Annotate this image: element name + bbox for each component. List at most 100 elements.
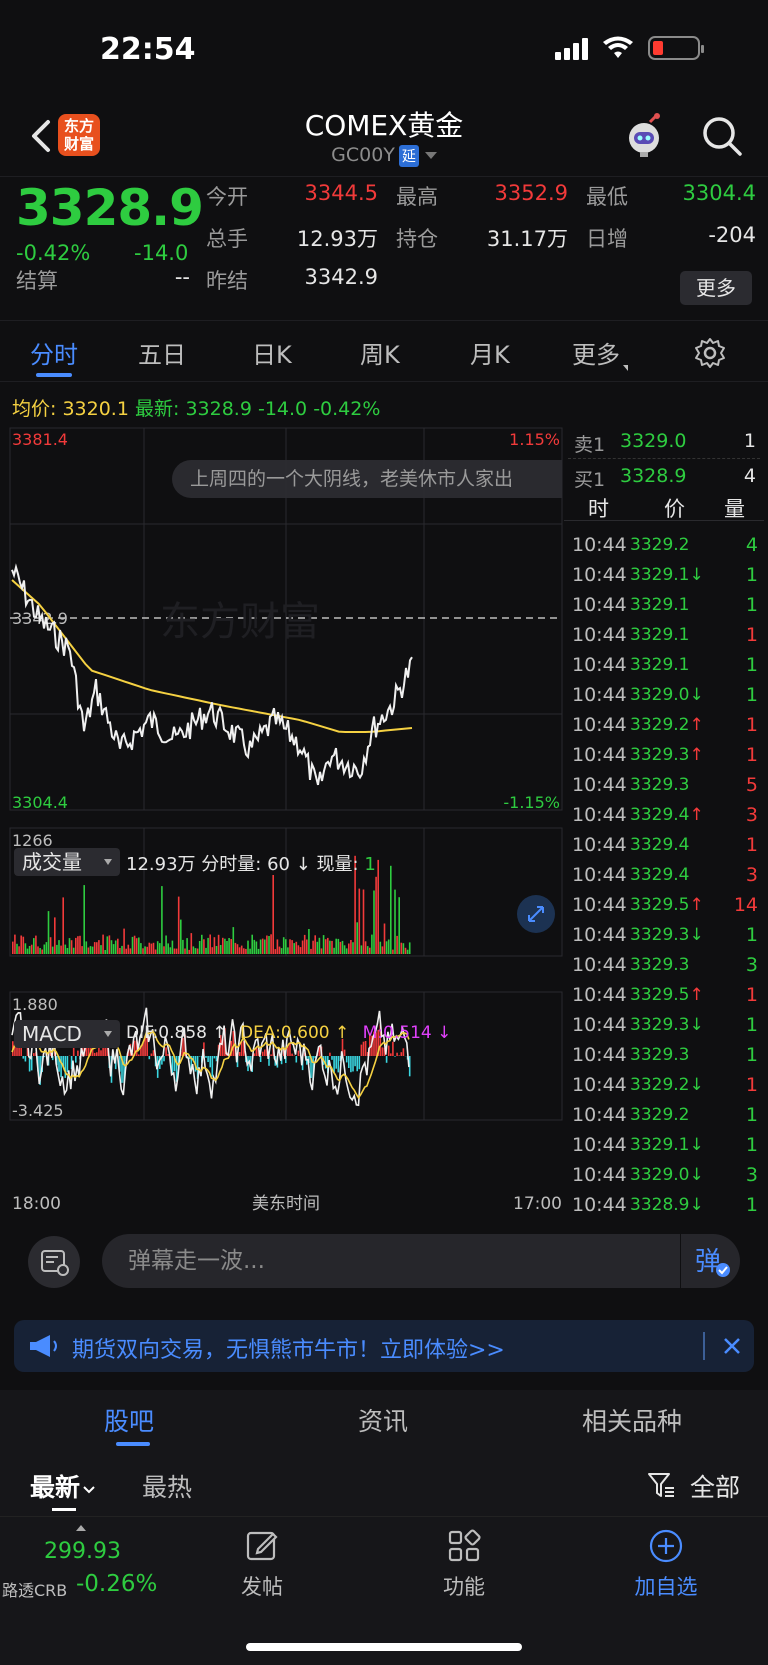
trade-price-value: 3329.2: [630, 535, 690, 555]
volume-bar: [331, 940, 333, 954]
header-time: 时: [588, 497, 609, 521]
filter-all[interactable]: 全部: [690, 1468, 740, 1504]
trade-time: 10:44: [572, 1014, 627, 1036]
volume-bar: [135, 938, 138, 954]
tab-news[interactable]: 资讯: [358, 1402, 408, 1438]
volume-indicator-select[interactable]: 成交量: [14, 848, 120, 876]
low-value: 3304.4: [682, 181, 756, 205]
trade-time: 10:44: [572, 984, 627, 1006]
macd-bar: [96, 1052, 98, 1056]
volume-bar: [205, 947, 207, 954]
trade-price-value: 3329.4: [630, 835, 690, 855]
macd-bar: [238, 1052, 241, 1056]
pct-min-label: -1.15%: [503, 793, 560, 812]
macd-bar: [295, 1056, 298, 1063]
volume-bar: [70, 940, 73, 954]
trade-time: 10:44: [572, 834, 627, 856]
trade-price-value: 3329.1: [630, 1135, 690, 1155]
trade-price-value: 3329.2: [630, 1105, 690, 1125]
volume-bar: [121, 945, 123, 954]
settle-label: 结算: [16, 269, 58, 293]
tab-related[interactable]: 相关品种: [582, 1402, 682, 1438]
volume-bar: [348, 943, 350, 954]
volume-bar: [125, 948, 127, 954]
macd-bar: [345, 1056, 348, 1063]
tab-intraday[interactable]: 分时: [30, 335, 78, 370]
open-label: 今开: [206, 185, 248, 209]
tab-day-k[interactable]: 日K: [252, 335, 292, 370]
robot-assistant-icon[interactable]: [620, 112, 668, 160]
volume-bar: [400, 942, 403, 954]
add-watchlist-button[interactable]: 加自选: [606, 1527, 726, 1601]
daily-increase-value: -204: [708, 223, 756, 247]
gear-icon[interactable]: [694, 337, 726, 369]
danmu-input[interactable]: 弹幕走一波...: [102, 1234, 740, 1288]
avg-value: 3320.1: [62, 398, 129, 420]
promo-banner[interactable]: 期货双向交易，无惧熊市牛市！立即体验>>: [14, 1320, 754, 1372]
expand-icon[interactable]: [516, 894, 556, 934]
trade-volume: 1: [745, 924, 758, 946]
related-price[interactable]: 299.93: [44, 1539, 121, 1564]
pct-max-label: 1.15%: [509, 430, 560, 449]
volume-bar: [28, 946, 31, 954]
volume-bar: [16, 943, 18, 954]
volume-bar: [173, 948, 176, 954]
tab-month-k[interactable]: 月K: [470, 335, 510, 370]
sort-newest[interactable]: 最新: [30, 1468, 96, 1504]
close-icon[interactable]: [718, 1332, 746, 1360]
volume-bar: [385, 941, 388, 954]
trade-row: 10:44 3329.1↓ 1: [564, 560, 764, 590]
volume-bar: [341, 940, 344, 954]
news-ticker[interactable]: 上周四的一个大阴线，老美休市人家出: [172, 460, 562, 498]
volume-bar: [339, 941, 342, 954]
trade-price: 3329.3↓: [630, 1015, 704, 1035]
volume-bar: [276, 939, 279, 954]
volume-bar: [198, 941, 201, 954]
sort-newest-label: 最新: [30, 1473, 81, 1502]
volume-bar: [83, 885, 85, 954]
tab-guba[interactable]: 股吧: [104, 1402, 154, 1438]
trade-price-value: 3329.2: [630, 1075, 690, 1095]
trade-price: 3329.2↓: [630, 1075, 704, 1095]
functions-button[interactable]: 功能: [404, 1527, 524, 1601]
nav-bar: 东方财富 COMEX黄金 GC00Y 延: [0, 100, 768, 176]
volume-bar: [150, 943, 153, 954]
trade-time: 10:44: [572, 744, 627, 766]
post-button[interactable]: 发帖: [202, 1527, 322, 1601]
volume-bar: [352, 942, 354, 954]
volume-bar: [360, 945, 363, 954]
contract-code: GC00Y: [331, 144, 395, 166]
trade-time: 10:44: [572, 804, 627, 826]
macd-bar: [255, 1048, 258, 1056]
volume-bar: [110, 940, 113, 954]
more-quote-button[interactable]: 更多: [680, 271, 752, 305]
volume-bar: [66, 948, 69, 954]
tab-week-k[interactable]: 周K: [360, 335, 400, 370]
related-percent: -0.26%: [76, 1571, 158, 1597]
volume-bar: [119, 948, 121, 954]
volume-bar: [243, 948, 245, 954]
trade-direction: ↓: [689, 1195, 704, 1215]
sort-hot[interactable]: 最热: [142, 1468, 192, 1504]
tab-more[interactable]: 更多: [572, 335, 628, 371]
volume-bar: [87, 947, 90, 954]
trade-time: 10:44: [572, 564, 627, 586]
danmu-settings-icon[interactable]: [28, 1236, 80, 1288]
trade-time: 10:44: [572, 594, 627, 616]
volume-bar: [222, 937, 224, 954]
volume-bar: [287, 947, 289, 954]
tab-five-day[interactable]: 五日: [138, 335, 186, 370]
macd-bar: [297, 1050, 300, 1056]
filter-icon[interactable]: [646, 1470, 676, 1500]
trade-row: 10:44 3329.0↓ 1: [564, 680, 764, 710]
wifi-icon: [603, 36, 633, 58]
trade-time: 10:44: [572, 894, 627, 916]
volume-bar: [390, 865, 392, 954]
macd-indicator-select[interactable]: MACD: [14, 1020, 120, 1048]
macd-bar: [333, 1056, 335, 1073]
trade-ticks[interactable]: 10:44 3329.2 4 10:44 3329.1↓ 1 10:44 3329.1 1 10:…: [564, 530, 764, 1220]
header-price: 价: [664, 497, 685, 521]
search-icon[interactable]: [700, 114, 744, 158]
danmu-toggle-button[interactable]: 弹: [680, 1234, 740, 1288]
volume-bar: [129, 948, 132, 954]
